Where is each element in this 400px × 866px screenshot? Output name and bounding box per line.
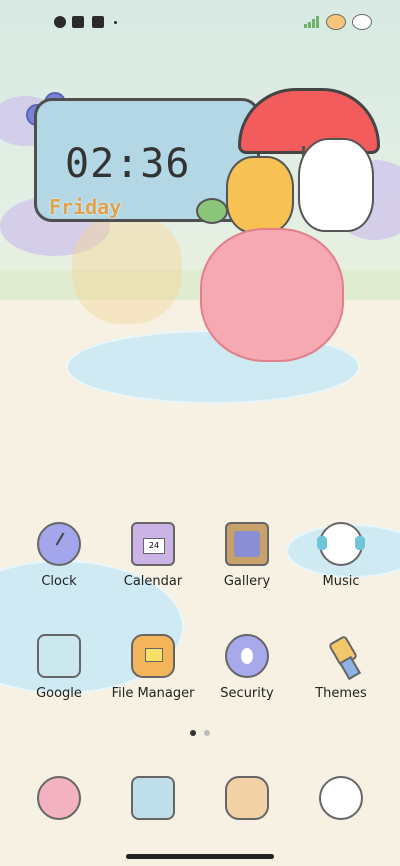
- page-dot-active: [190, 730, 196, 736]
- app-notification-icon: [54, 16, 66, 28]
- music-icon: [317, 522, 365, 566]
- mail-cat-icon[interactable]: [225, 776, 269, 820]
- app-google-folder[interactable]: Google: [14, 634, 104, 701]
- yellow-raincoat-cat-illustration: [226, 156, 294, 234]
- app-music[interactable]: Music: [296, 522, 386, 589]
- clock-icon: [37, 522, 81, 566]
- app-label: Gallery: [223, 574, 271, 589]
- camera-cat-icon[interactable]: [319, 776, 363, 820]
- white-cat-illustration: [298, 138, 374, 232]
- home-gesture-bar[interactable]: [126, 854, 274, 859]
- app-security[interactable]: Security: [202, 634, 292, 701]
- gallery-icon: [225, 522, 269, 566]
- google-folder-icon: [37, 634, 81, 678]
- app-themes[interactable]: Themes: [296, 634, 386, 701]
- app-label: Music: [322, 574, 360, 589]
- notification-square-icon: [72, 16, 84, 28]
- app-label: Calendar: [123, 574, 183, 589]
- calendar-icon: 24: [131, 522, 175, 566]
- faded-cat-illustration: [72, 214, 182, 324]
- home-screen: 02:36 Friday Clock 24 Calendar Gallery M…: [0, 0, 400, 866]
- pink-raincoat-cat-illustration: [200, 228, 344, 362]
- app-label: Themes: [315, 686, 367, 701]
- page-dot: [204, 730, 210, 736]
- calendar-icon-date: 24: [143, 538, 165, 554]
- phone-cat-icon[interactable]: [37, 776, 81, 820]
- security-icon: [225, 634, 269, 678]
- upload-icon: [92, 16, 104, 28]
- more-notifications-dot-icon: [114, 21, 117, 24]
- clock-time: 02:36: [65, 141, 191, 187]
- wifi-cat-icon: [326, 14, 346, 30]
- themes-icon: [319, 634, 363, 678]
- messages-cat-icon[interactable]: [131, 776, 175, 820]
- app-label: Google: [36, 686, 82, 701]
- app-clock[interactable]: Clock: [14, 522, 104, 589]
- clock-day: Friday: [49, 195, 122, 219]
- page-indicator: [190, 730, 210, 736]
- status-bar: [0, 10, 400, 34]
- app-label: File Manager: [111, 686, 195, 701]
- frog-illustration: [196, 198, 228, 224]
- signal-icon: [304, 16, 319, 28]
- app-file-manager[interactable]: File Manager: [108, 634, 198, 701]
- app-gallery[interactable]: Gallery: [202, 522, 292, 589]
- app-label: Security: [220, 686, 274, 701]
- app-calendar[interactable]: 24 Calendar: [108, 522, 198, 589]
- battery-cat-icon: [352, 14, 372, 30]
- status-right-icons: [304, 14, 372, 30]
- app-label: Clock: [41, 574, 77, 589]
- file-manager-icon: [131, 634, 175, 678]
